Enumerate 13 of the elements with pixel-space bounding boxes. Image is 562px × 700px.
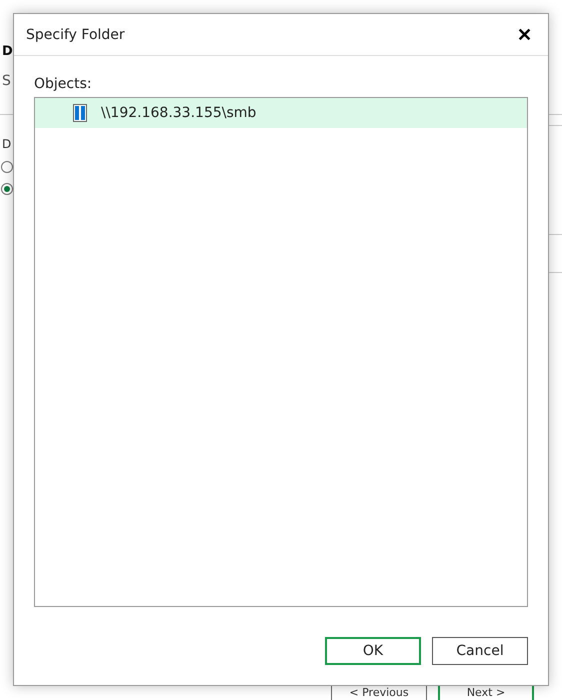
object-row[interactable]: \\192.168.33.155\smb: [35, 98, 527, 128]
page-subtitle: S: [2, 73, 12, 89]
page-heading: D: [2, 44, 12, 59]
cancel-button[interactable]: Cancel: [432, 637, 528, 665]
objects-label: Objects:: [34, 76, 92, 92]
folder-share-icon: [73, 104, 87, 122]
radio-button[interactable]: [1, 183, 13, 195]
ok-button[interactable]: OK: [325, 637, 421, 665]
close-button[interactable]: ✕: [513, 24, 536, 46]
radio-button[interactable]: [1, 161, 13, 173]
dialog-title: Specify Folder: [26, 26, 125, 42]
object-path: \\192.168.33.155\smb: [101, 105, 256, 121]
section-label: D: [2, 137, 12, 151]
